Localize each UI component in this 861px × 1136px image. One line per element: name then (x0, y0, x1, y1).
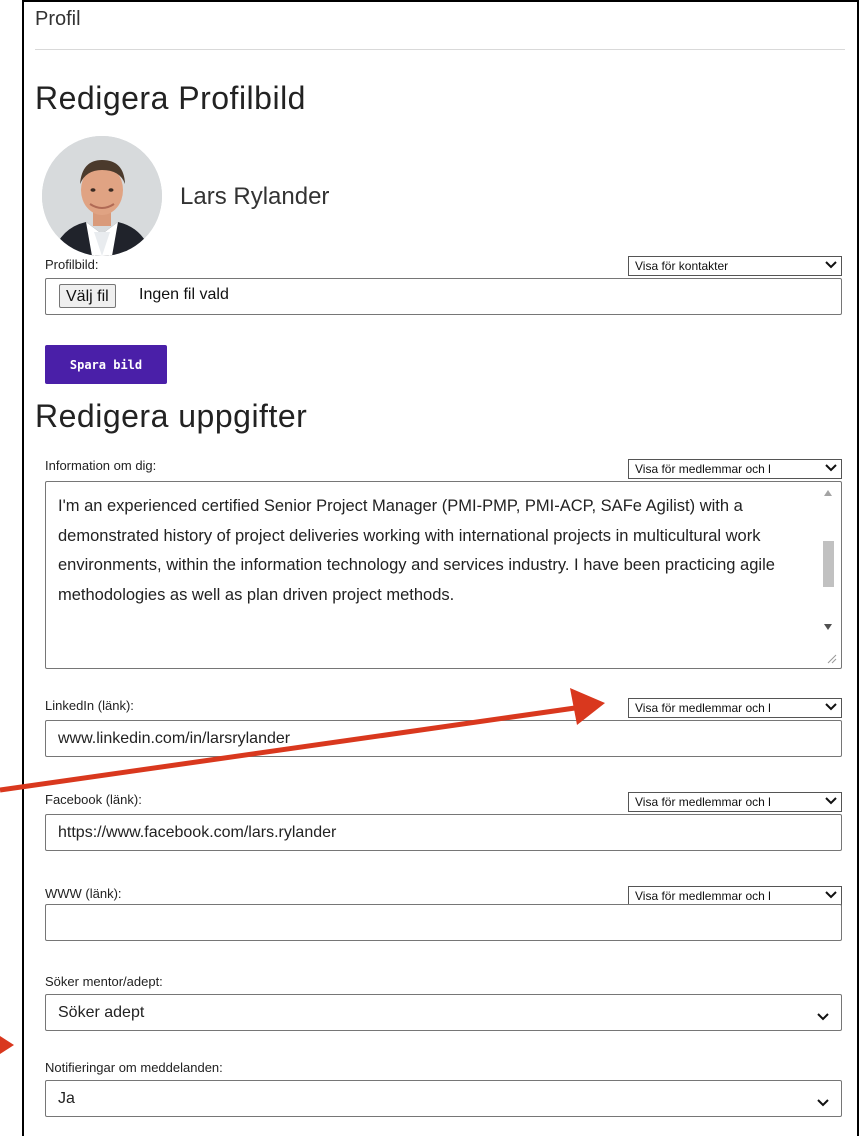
annotation-arrows (0, 688, 605, 1054)
arrowhead-icon (0, 1036, 14, 1054)
arrowhead-icon (570, 688, 605, 725)
annotation-arrow-line (0, 705, 576, 793)
